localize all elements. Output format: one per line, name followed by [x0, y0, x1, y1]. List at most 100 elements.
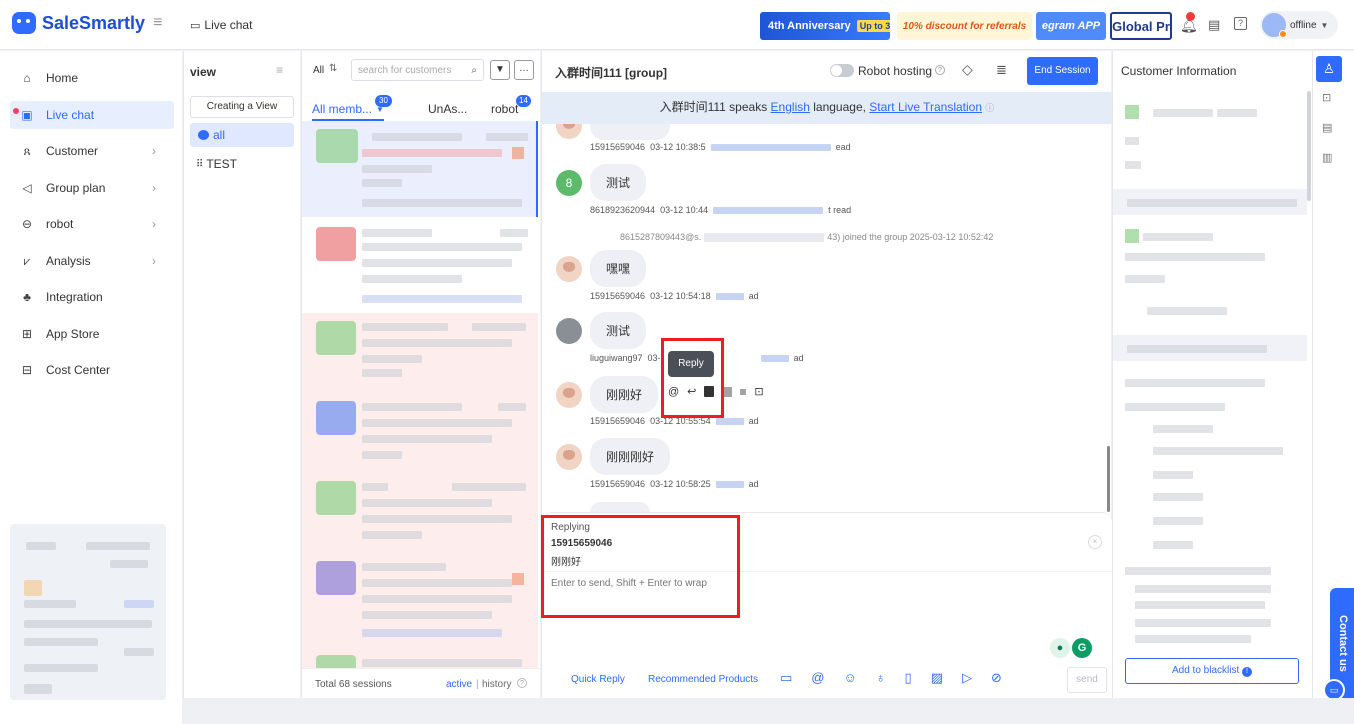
clipboard-icon[interactable]: ▤ — [1208, 17, 1220, 33]
sidebar-item-cost-center[interactable]: ⊟ Cost Center — [10, 356, 174, 384]
filter-all-label[interactable]: All — [313, 65, 324, 76]
global-banner[interactable]: Global Pr — [1110, 12, 1172, 40]
sidebar-item-live-chat[interactable]: ▣ Live chat — [10, 101, 174, 129]
screenshot-icon[interactable]: ⊡ — [754, 385, 763, 398]
chat-icon: ▭ — [190, 19, 201, 32]
reply-tooltip: Reply — [668, 351, 714, 377]
tab-badge: 14 — [516, 95, 531, 107]
reply-icon[interactable]: ↩ — [687, 385, 696, 398]
tab-unassigned[interactable]: UnAs... — [428, 102, 467, 116]
recommended-products-link[interactable]: Recommended Products — [648, 674, 758, 685]
add-to-blacklist-button[interactable]: Add to blacklist ! — [1125, 658, 1299, 684]
create-view-button[interactable]: Creating a View — [190, 96, 294, 118]
file-icon[interactable]: ▯ — [905, 670, 912, 686]
message-input[interactable] — [551, 578, 1091, 638]
info-scrollbar[interactable] — [1307, 91, 1311, 201]
tag-icon[interactable]: ◇ — [962, 61, 973, 78]
anniversary-banner[interactable]: 4th Anniversary Up to 30% — [760, 12, 890, 40]
system-message: 8615287809443@s. 43) joined the group 20… — [620, 232, 993, 242]
contact-card-icon[interactable]: ▭ — [780, 670, 792, 686]
list-item[interactable] — [302, 121, 538, 217]
sidebar-item-analysis[interactable]: ⩗ Analysis › — [10, 247, 174, 275]
close-reply-icon[interactable]: × — [1088, 535, 1102, 549]
list-item[interactable] — [302, 217, 538, 313]
view-item-test[interactable]: ⠿ TEST — [196, 157, 237, 171]
mention-icon[interactable]: @ — [668, 386, 679, 398]
help-icon[interactable]: ? — [935, 65, 945, 75]
message-bubble[interactable]: 测试 — [590, 164, 647, 201]
video-icon[interactable]: ▷ — [962, 670, 972, 686]
sender-avatar — [556, 255, 582, 282]
tab-all-members[interactable]: All memb... ▼ — [312, 102, 384, 121]
customer-profile-icon[interactable]: ♙ — [1316, 56, 1342, 82]
avatar — [1262, 13, 1287, 38]
image-icon[interactable]: ▨ — [931, 670, 943, 686]
home-icon: ⌂ — [23, 71, 31, 85]
chat-scrollbar[interactable] — [1107, 446, 1110, 512]
help-icon[interactable]: ? — [517, 678, 527, 688]
view-item-all[interactable]: all — [190, 123, 294, 147]
message-text: 测试 — [606, 324, 631, 338]
message-item: 刚刚刚好 — [556, 438, 671, 475]
language-link[interactable]: English — [771, 100, 810, 114]
help-icon[interactable]: ⓘ — [985, 103, 994, 113]
telegram-banner[interactable]: egram APP — [1036, 12, 1106, 40]
views-panel: view ≡ Creating a View all ⠿ TEST — [183, 51, 300, 698]
search-placeholder: search for customers — [358, 64, 452, 76]
list-item[interactable] — [302, 313, 538, 393]
notes-icon[interactable]: ⊡ — [1322, 91, 1331, 104]
info-icon[interactable]: ! — [1242, 667, 1253, 677]
grammarly-icon[interactable]: G — [1072, 638, 1092, 658]
history-link[interactable]: history — [482, 679, 511, 690]
microphone-icon[interactable]: ♁ — [876, 670, 886, 686]
message-bubble[interactable] — [590, 124, 670, 140]
referral-banner[interactable]: 10% discount for referrals — [897, 12, 1032, 40]
end-session-button[interactable]: End Session — [1027, 57, 1098, 85]
message-bubble[interactable]: 嘿嘿 — [590, 250, 647, 287]
logo-icon — [12, 12, 36, 34]
more-icon[interactable]: … — [514, 60, 534, 80]
customer-search-input[interactable]: search for customers ⌕ — [351, 59, 484, 81]
sort-icon[interactable]: ⇅ — [329, 63, 337, 74]
notice-prefix: 入群时间111 speaks — [659, 100, 771, 114]
list-item[interactable] — [302, 553, 538, 649]
user-status-dropdown[interactable]: offline ▼ — [1260, 11, 1338, 39]
sidebar-item-robot[interactable]: ⊖ robot › — [10, 210, 174, 238]
message-bubble[interactable]: 刚刚刚好 — [590, 438, 671, 475]
mention-icon[interactable]: @ — [811, 670, 824, 686]
funnel-filter-icon[interactable]: ▼ — [490, 60, 510, 80]
quick-reply-link[interactable]: Quick Reply — [571, 674, 625, 685]
sidebar-item-home[interactable]: ⌂ Home — [10, 64, 174, 92]
views-menu-icon[interactable]: ≡ — [276, 63, 283, 77]
grammarly-bulb-icon[interactable]: ● — [1050, 638, 1070, 658]
sidebar-item-group-plan[interactable]: ◁ Group plan › — [10, 174, 174, 202]
menu-collapse-icon[interactable]: ≡ — [153, 14, 162, 32]
message-meta: 15915659046 03-12 10:58:25 ad — [590, 479, 759, 489]
message-sender: liuguiwang97 — [590, 353, 643, 363]
message-sender: 15915659046 — [590, 479, 646, 489]
sidebar-item-customer[interactable]: ጸ Customer › — [10, 137, 174, 165]
list-item[interactable] — [302, 649, 538, 668]
brand-logo[interactable]: SaleSmartly ≡ — [12, 11, 162, 35]
search-history-icon[interactable]: ≣ — [996, 62, 1007, 78]
document-icon[interactable]: ▥ — [1322, 151, 1332, 164]
emoji-icon[interactable]: ☺ — [844, 670, 857, 686]
note-icon[interactable] — [704, 386, 715, 397]
message-bubble[interactable]: 刚刚好 — [590, 376, 659, 413]
sender-avatar — [556, 443, 582, 470]
list-item[interactable] — [302, 473, 538, 553]
sidebar-item-integration[interactable]: ♣ Integration — [10, 283, 174, 311]
help-icon[interactable]: ? — [1234, 17, 1247, 30]
link-icon[interactable]: ⊘ — [991, 670, 1002, 686]
robot-hosting-toggle[interactable] — [830, 64, 854, 77]
start-translation-link[interactable]: Start Live Translation — [869, 100, 982, 114]
send-button[interactable]: send — [1067, 667, 1107, 693]
sidebar-item-label: Group plan — [46, 181, 106, 195]
tab-robot[interactable]: robot — [491, 102, 518, 116]
active-link[interactable]: active — [446, 679, 472, 690]
message-bubble[interactable]: 测试 — [590, 312, 647, 349]
list-item[interactable] — [302, 393, 538, 473]
order-icon[interactable]: ▤ — [1322, 121, 1332, 134]
sidebar-item-app-store[interactable]: ⊞ App Store — [10, 320, 174, 348]
total-sessions: Total 68 sessions — [315, 679, 392, 690]
